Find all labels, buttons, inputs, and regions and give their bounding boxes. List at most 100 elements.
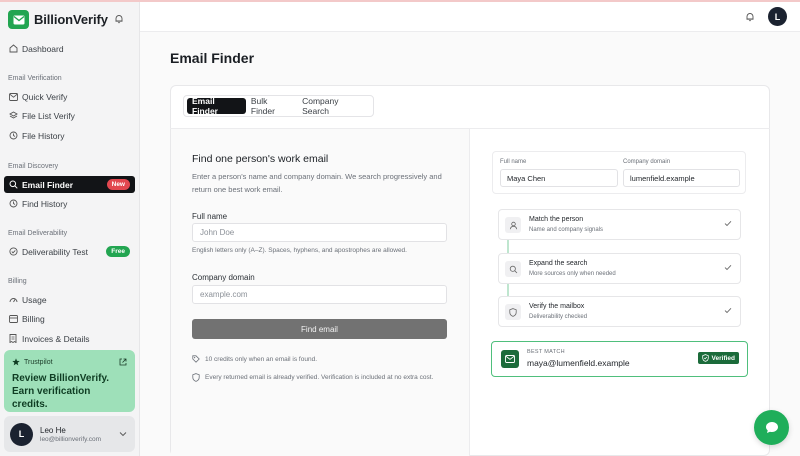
demo-domain-field: lumenfield.example xyxy=(623,169,740,187)
form-description: Enter a person's name and company domain… xyxy=(192,172,442,194)
best-match-result: BEST MATCH maya@lumenfield.example Verif… xyxy=(491,341,748,377)
divider xyxy=(469,129,470,456)
sidebar-item-label: Usage xyxy=(22,294,47,305)
star-icon xyxy=(12,358,20,366)
chevron-down-icon xyxy=(119,430,127,439)
person-icon xyxy=(505,217,521,233)
dashboard-icon xyxy=(8,295,18,305)
bell-icon[interactable] xyxy=(114,14,124,26)
full-name-input[interactable] xyxy=(192,223,447,242)
step-title: Expand the search xyxy=(529,260,588,267)
sidebar-item-invoices[interactable]: Invoices & Details xyxy=(4,330,135,347)
best-match-email: maya@lumenfield.example xyxy=(527,358,630,368)
credits-note: 10 credits only when an email is found. xyxy=(192,354,447,367)
sidebar-item-label: Email Finder xyxy=(22,179,74,190)
sidebar-item-email-finder[interactable]: Email Finder New xyxy=(4,176,135,193)
step-subtitle: Deliverability checked xyxy=(529,314,588,320)
verified-note: Every returned email is already verified… xyxy=(192,372,447,386)
tab-email-finder[interactable]: Email Finder xyxy=(187,96,246,116)
step-subtitle: Name and company signals xyxy=(529,227,604,233)
top-bar: L xyxy=(140,2,800,32)
user-name: Leo He xyxy=(40,425,66,435)
check-icon xyxy=(724,220,732,229)
full-name-label: Full name xyxy=(192,212,228,221)
mail-icon xyxy=(8,92,18,102)
sidebar-item-label: Dashboard xyxy=(22,43,64,54)
sidebar-item-label: Quick Verify xyxy=(22,91,68,102)
form-title: Find one person's work email xyxy=(192,153,329,165)
sidebar-item-label: File List Verify xyxy=(22,110,75,121)
name-hint: English letters only (A–Z). Spaces, hyph… xyxy=(192,247,407,254)
section-email-discovery: Email Discovery xyxy=(8,163,59,170)
page-title: Email Finder xyxy=(170,50,255,66)
check-icon xyxy=(724,307,732,316)
sidebar-item-label: Find History xyxy=(22,198,68,209)
step-expand-search: Expand the search More sources only when… xyxy=(498,253,741,284)
sidebar-item-label: File History xyxy=(22,130,65,141)
mail-logo-icon xyxy=(8,10,29,29)
layers-icon xyxy=(8,111,18,121)
free-badge: Free xyxy=(106,246,130,257)
find-email-button[interactable]: Find email xyxy=(192,319,447,339)
sidebar-item-find-history[interactable]: Find History xyxy=(4,195,135,212)
section-billing: Billing xyxy=(8,278,27,285)
promo-source: Trustpilot xyxy=(24,358,53,366)
tab-bar: Email Finder Bulk Finder Company Search xyxy=(183,95,374,117)
receipt-icon xyxy=(8,334,18,344)
promo-title: Review BillionVerify. Earn verification … xyxy=(12,373,110,410)
sidebar-item-file-history[interactable]: File History xyxy=(4,127,135,144)
history-icon xyxy=(8,131,18,141)
badge-check-icon xyxy=(8,247,18,257)
demo-full-name-field: Maya Chen xyxy=(500,169,618,187)
trustpilot-promo[interactable]: Trustpilot Review BillionVerify. Earn ve… xyxy=(4,350,135,412)
new-badge: New xyxy=(106,179,130,190)
tab-company-search[interactable]: Company Search xyxy=(297,96,370,116)
tab-bulk-finder[interactable]: Bulk Finder xyxy=(246,96,297,116)
avatar[interactable]: L xyxy=(768,7,787,26)
sidebar-item-file-list-verify[interactable]: File List Verify xyxy=(4,107,135,124)
brand[interactable]: BillionVerify xyxy=(8,10,108,29)
chat-bubble-icon xyxy=(765,421,779,434)
sidebar-item-deliverability-test[interactable]: Deliverability Test Free xyxy=(4,243,135,260)
brand-name: BillionVerify xyxy=(34,12,108,27)
verified-badge-label: Verified xyxy=(711,354,735,362)
step-verify-mailbox: Verify the mailbox Deliverability checke… xyxy=(498,296,741,327)
home-icon xyxy=(8,44,18,54)
mail-icon xyxy=(501,350,519,368)
tag-icon xyxy=(192,355,201,367)
user-email: leo@billionverify.com xyxy=(40,435,102,443)
demo-full-name-label: Full name xyxy=(500,159,527,165)
verified-note-text: Every returned email is already verified… xyxy=(205,374,434,381)
sidebar-item-label: Billing xyxy=(22,313,45,324)
sidebar-item-label: Deliverability Test xyxy=(22,246,88,257)
sidebar-item-billing[interactable]: Billing xyxy=(4,310,135,327)
section-email-verification: Email Verification xyxy=(8,75,62,82)
shield-icon xyxy=(505,304,521,320)
step-match-person: Match the person Name and company signal… xyxy=(498,209,741,240)
external-link-icon[interactable] xyxy=(119,358,127,368)
credit-card-icon xyxy=(8,314,18,324)
history-icon xyxy=(8,199,18,209)
shield-check-icon xyxy=(701,354,709,362)
best-match-label: BEST MATCH xyxy=(527,349,565,355)
sidebar-item-quick-verify[interactable]: Quick Verify xyxy=(4,88,135,105)
user-menu[interactable]: L Leo He leo@billionverify.com xyxy=(4,416,135,452)
search-icon xyxy=(505,261,521,277)
sidebar-item-dashboard[interactable]: Dashboard xyxy=(4,40,135,57)
company-domain-input[interactable] xyxy=(192,285,447,304)
bell-icon[interactable] xyxy=(745,12,755,24)
sidebar-item-label: Invoices & Details xyxy=(22,333,90,344)
avatar: L xyxy=(10,422,33,446)
step-title: Match the person xyxy=(529,216,584,223)
step-title: Verify the mailbox xyxy=(529,303,585,310)
section-email-deliverability: Email Deliverability xyxy=(8,230,68,237)
chat-button[interactable] xyxy=(754,410,789,445)
verified-badge: Verified xyxy=(697,352,739,364)
demo-domain-label: Company domain xyxy=(623,159,671,165)
credits-note-text: 10 credits only when an email is found. xyxy=(205,356,318,363)
sidebar-item-usage[interactable]: Usage xyxy=(4,291,135,308)
company-domain-label: Company domain xyxy=(192,273,255,282)
demo-input-panel: Full name Maya Chen Company domain lumen… xyxy=(492,151,746,194)
step-subtitle: More sources only when needed xyxy=(529,271,616,277)
search-icon xyxy=(8,180,18,190)
